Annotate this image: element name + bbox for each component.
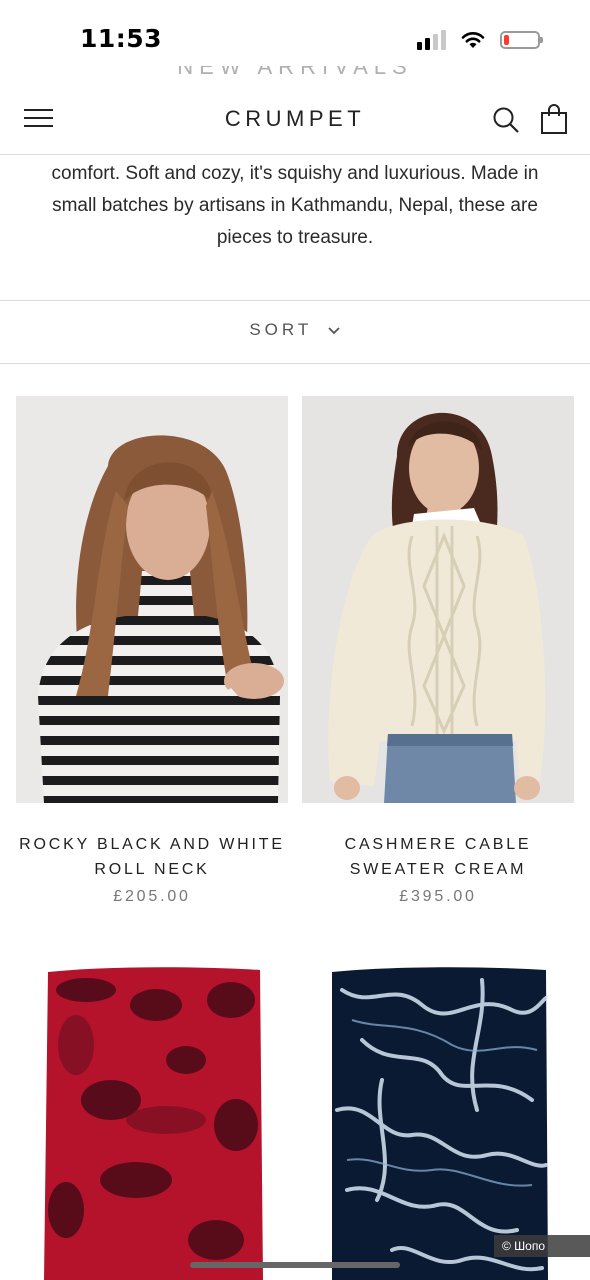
- site-header: CRUMPET: [0, 82, 590, 155]
- sort-button[interactable]: SORT: [0, 320, 590, 340]
- wifi-icon: [461, 32, 485, 48]
- woman-cream-cable-sweater-photo: [328, 412, 546, 803]
- home-indicator[interactable]: [190, 1262, 400, 1268]
- product-image[interactable]: [302, 396, 574, 803]
- woman-striped-rollneck-photo: [38, 435, 284, 803]
- status-time: 11:53: [80, 24, 163, 53]
- product-image[interactable]: [16, 396, 288, 803]
- product-title[interactable]: ROCKY BLACK AND WHITE ROLL NECK: [10, 832, 294, 882]
- red-tie-dye-scarf-photo: [44, 967, 263, 1280]
- battery-low-icon: [500, 31, 543, 49]
- product-image[interactable]: [16, 950, 288, 1280]
- scrolled-heading: NEW ARRIVALS: [177, 66, 413, 79]
- watermark: © Шопо: [494, 1235, 590, 1257]
- collection-description: comfort. Soft and cozy, it's squishy and…: [51, 163, 539, 248]
- shopping-bag-icon[interactable]: [540, 104, 568, 134]
- product-card[interactable]: CASHMERE CABLE SWEATER CREAM £395.00: [302, 396, 574, 916]
- navy-tie-dye-scarf-photo: [332, 967, 548, 1280]
- product-price: £395.00: [399, 888, 477, 905]
- cellular-signal-icon: [417, 30, 446, 50]
- product-price: £205.00: [113, 888, 191, 905]
- product-title[interactable]: CASHMERE CABLE SWEATER CREAM: [302, 832, 574, 882]
- product-image[interactable]: [302, 950, 574, 1280]
- product-card[interactable]: ROCKY BLACK AND WHITE ROLL NECK £205.00: [16, 396, 288, 916]
- sort-label: SORT: [249, 320, 312, 339]
- chevron-down-icon: [328, 326, 340, 334]
- search-icon[interactable]: [492, 106, 520, 134]
- product-card[interactable]: [16, 950, 288, 1280]
- status-icons: [417, 28, 543, 52]
- sort-bar: SORT: [0, 300, 590, 364]
- status-bar: 11:53: [0, 0, 590, 70]
- product-card[interactable]: [302, 950, 574, 1280]
